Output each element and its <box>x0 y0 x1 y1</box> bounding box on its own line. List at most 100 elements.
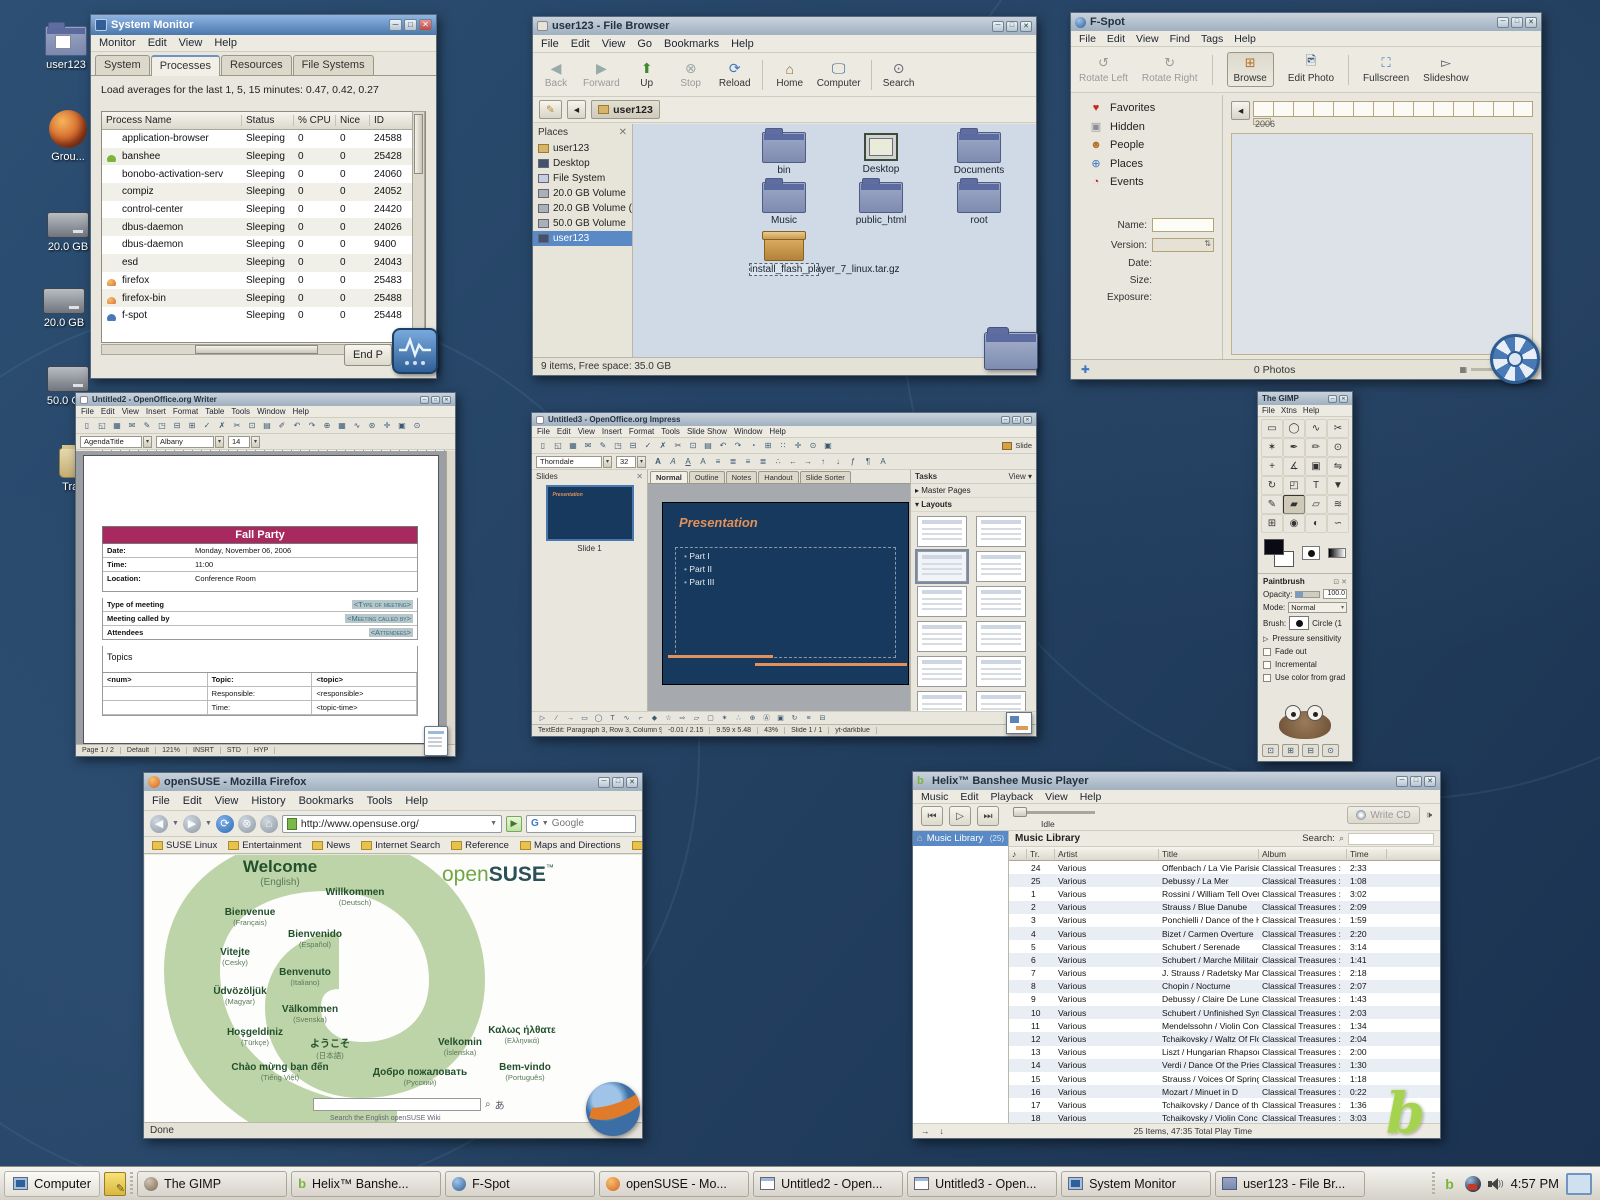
tray-banshee-icon[interactable]: b <box>1442 1176 1458 1192</box>
zoom-level[interactable]: 121% <box>156 747 187 754</box>
export-pdf-icon[interactable]: ◳ <box>611 439 625 452</box>
layout-thumbnail-selected[interactable] <box>917 551 967 582</box>
file-item-documents[interactable]: Documents <box>936 132 1022 176</box>
close-button[interactable]: ✕ <box>1020 21 1032 32</box>
align-icon[interactable]: ≡ <box>802 713 815 724</box>
file-item-public-html[interactable]: public_html <box>838 182 924 226</box>
sidebar-item-places[interactable]: ⊕Places <box>1071 154 1222 173</box>
close-button[interactable]: ✕ <box>1339 395 1348 403</box>
task-writer[interactable]: Untitled2 - Open... <box>753 1171 903 1197</box>
free-select-icon[interactable]: ∿ <box>1305 419 1327 438</box>
fg-bg-swatches[interactable] <box>1264 539 1294 567</box>
maximize-button[interactable]: □ <box>1012 416 1021 424</box>
close-button[interactable]: ✕ <box>1023 416 1032 424</box>
demote-icon[interactable]: → <box>801 455 815 468</box>
pressure-expander[interactable]: ▷Pressure sensitivity <box>1263 634 1347 643</box>
email-icon[interactable]: ✉ <box>581 439 595 452</box>
chart-icon[interactable]: ◔ <box>746 439 760 452</box>
speaker-column-icon[interactable]: ♪ <box>1009 849 1027 859</box>
placeholder-field[interactable]: <Type of meeting> <box>352 600 413 609</box>
task-file-browser[interactable]: user123 - File Br... <box>1215 1171 1365 1197</box>
table-row[interactable]: 9VariousDebussy / Claire De LuneClassica… <box>1009 993 1440 1006</box>
config-dialog-icon[interactable]: ⊙ <box>1322 744 1339 757</box>
column-status[interactable]: Status <box>242 115 294 126</box>
slide-canvas[interactable]: Presentation Part I Part II Part III <box>648 484 910 711</box>
search-input[interactable] <box>1348 833 1434 845</box>
table-row[interactable]: application-browserSleeping0024588 <box>102 130 425 148</box>
table-row[interactable]: 8VariousChopin / NocturneClassical Treas… <box>1009 980 1440 993</box>
callouts-icon[interactable]: ▢ <box>704 713 717 724</box>
table-row[interactable]: 12VariousTchaikovsky / Waltz Of FloClass… <box>1009 1032 1440 1045</box>
table-row[interactable]: 17VariousTchaikovsky / Dance of thClassi… <box>1009 1098 1440 1111</box>
back-dropdown-icon[interactable]: ▼ <box>172 820 179 827</box>
menu-item[interactable]: Table <box>205 407 224 416</box>
placeholder-field[interactable]: <Meeting called by> <box>345 614 413 623</box>
menu-item[interactable]: Format <box>629 427 654 436</box>
new-icon[interactable]: ▯ <box>80 419 94 432</box>
table-row[interactable]: 16VariousMozart / Minuet in DClassical T… <box>1009 1085 1440 1098</box>
scissors-select-icon[interactable]: ✂ <box>1327 419 1349 438</box>
close-sidebar-icon[interactable]: ✕ <box>619 127 627 138</box>
place-volume-20-2[interactable]: 20.0 GB Volume (2 <box>533 201 632 216</box>
menu-item[interactable]: Format <box>173 407 198 416</box>
table-icon[interactable]: ▦ <box>335 419 349 432</box>
font-name-combo[interactable]: Albany <box>156 436 214 448</box>
italic-icon[interactable]: A <box>666 455 680 468</box>
table-row[interactable]: 24VariousOffenbach / La Vie ParisieClass… <box>1009 861 1440 874</box>
minimize-button[interactable]: ─ <box>598 777 610 788</box>
column-artist[interactable]: Artist <box>1055 849 1159 859</box>
brush-preview[interactable] <box>1289 616 1309 630</box>
search-icon[interactable]: ⌕ <box>485 1099 491 1110</box>
close-button[interactable]: ✕ <box>1525 17 1537 28</box>
use-color-checkbox[interactable]: Use color from grad <box>1263 673 1347 682</box>
bookmark-item[interactable]: Shopping <box>632 840 642 851</box>
titlebar[interactable]: openSUSE - Mozilla Firefox ─□✕ <box>144 773 642 791</box>
connector-icon[interactable]: ⌐ <box>634 713 647 724</box>
table-row[interactable]: 11VariousMendelssohn / Violin ConcClassi… <box>1009 1019 1440 1032</box>
glue-icon[interactable]: ⊕ <box>746 713 759 724</box>
font-size-combo[interactable]: 14 <box>228 436 250 448</box>
pencil-icon[interactable]: ✎ <box>1261 495 1283 514</box>
menu-item[interactable]: Edit <box>148 37 167 49</box>
select-icon[interactable]: ▷ <box>536 713 549 724</box>
menu-item[interactable]: View <box>578 427 595 436</box>
timeline-left-arrow[interactable]: ◂ <box>1231 101 1250 120</box>
home-button[interactable]: ⌂ <box>260 815 278 833</box>
menu-item[interactable]: Bookmarks <box>664 38 719 50</box>
table-row[interactable]: 2VariousStrauss / Blue DanubeClassical T… <box>1009 901 1440 914</box>
size-dropdown-icon[interactable]: ▾ <box>637 456 646 468</box>
tab-system[interactable]: System <box>95 55 150 75</box>
column-album[interactable]: Album <box>1259 849 1347 859</box>
computer-button[interactable]: 🖵Computer <box>817 61 861 89</box>
menu-item[interactable]: View <box>1045 791 1068 803</box>
incremental-checkbox[interactable]: Incremental <box>1263 660 1347 669</box>
slide[interactable]: Presentation Part I Part II Part III <box>662 502 909 685</box>
flowchart-icon[interactable]: ▱ <box>690 713 703 724</box>
open-icon[interactable]: ◱ <box>551 439 565 452</box>
delete-dialog-icon[interactable]: ⊟ <box>1302 744 1319 757</box>
rect-select-icon[interactable]: ▭ <box>1261 419 1283 438</box>
section-master-pages[interactable]: ▸ Master Pages <box>911 484 1036 498</box>
undo-icon[interactable]: ↶ <box>290 419 304 432</box>
hyperlink-icon[interactable]: ⊕ <box>320 419 334 432</box>
align-left-icon[interactable]: ≡ <box>711 455 725 468</box>
menu-item[interactable]: Music <box>921 791 948 803</box>
slideshow-button[interactable]: ▻Slideshow <box>1423 55 1469 84</box>
menu-item[interactable]: Monitor <box>99 37 136 49</box>
table-row[interactable]: 7VariousJ. Strauss / Radetsky MarClassic… <box>1009 967 1440 980</box>
tab-handout[interactable]: Handout <box>758 471 798 483</box>
table-row[interactable]: bansheeSleeping0025428 <box>102 148 425 166</box>
slide-thumbnail[interactable]: Presentation <box>546 485 634 541</box>
menu-item[interactable]: View <box>179 37 203 49</box>
page-preview-icon[interactable]: ⊞ <box>185 419 199 432</box>
table-row[interactable]: 15VariousStrauss / Voices Of SpringClass… <box>1009 1072 1440 1085</box>
email-icon[interactable]: ✉ <box>125 419 139 432</box>
underline-icon[interactable]: A <box>681 455 695 468</box>
bookmark-item[interactable]: SUSE Linux <box>152 840 217 851</box>
timeline-track[interactable] <box>1253 101 1533 117</box>
search-area[interactable]: Search:⌕ <box>1302 833 1434 845</box>
insert-mode[interactable]: INSRT <box>187 747 221 754</box>
maximize-button[interactable]: □ <box>1511 17 1523 28</box>
clone-icon[interactable]: ⊞ <box>1261 514 1283 533</box>
section-layouts[interactable]: ▾ Layouts <box>911 498 1036 512</box>
